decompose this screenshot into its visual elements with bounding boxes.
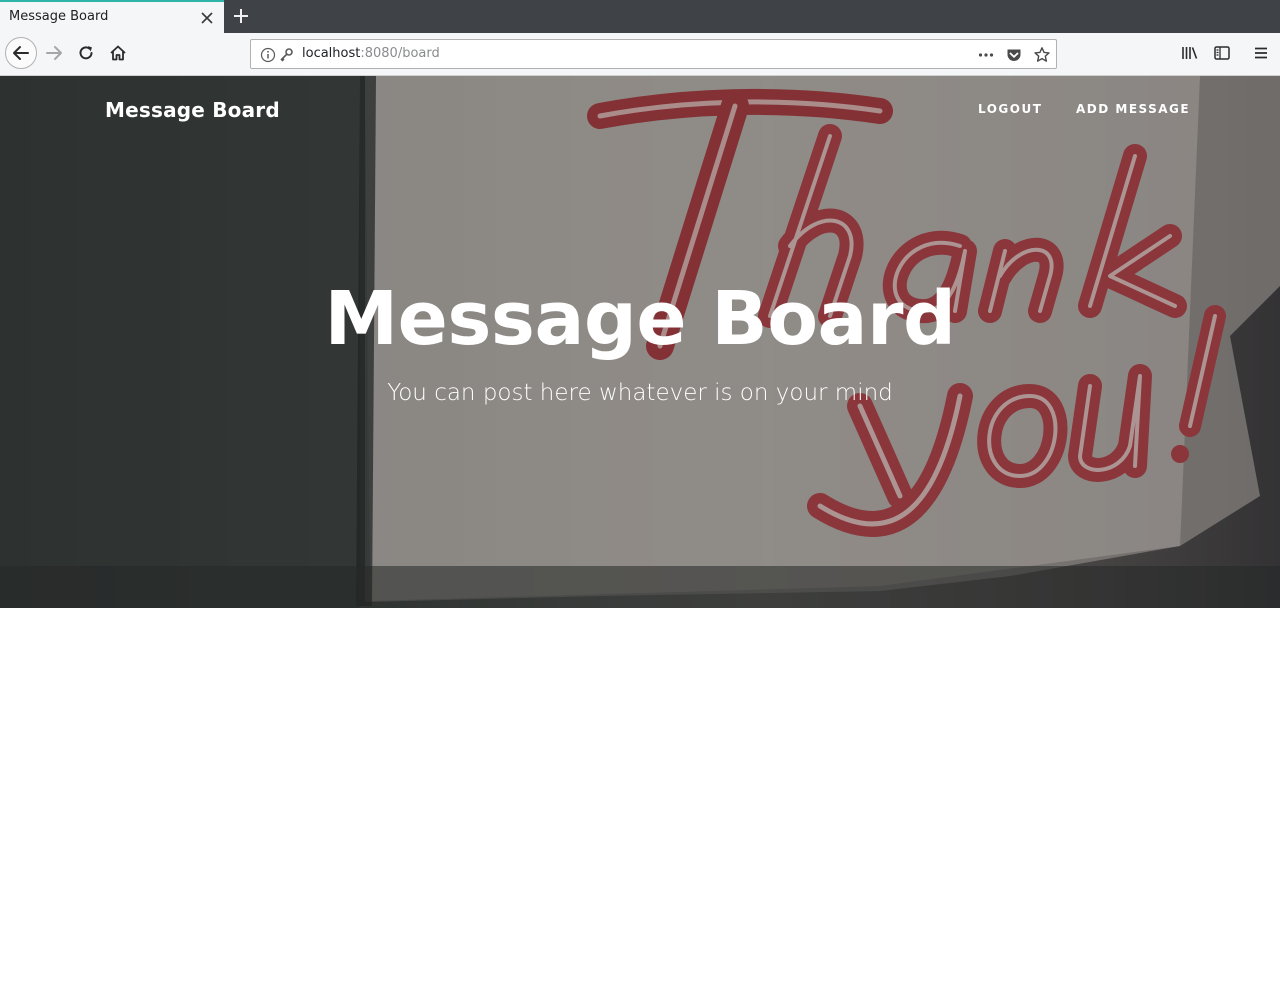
close-tab-icon[interactable] <box>199 10 215 26</box>
hamburger-menu-icon <box>1255 47 1267 59</box>
browser-toolbar: localhost:8080/board <box>0 33 1280 76</box>
back-arrow-icon <box>13 46 29 60</box>
page-actions-icon[interactable] <box>977 46 995 64</box>
nav-logout-link[interactable]: LOGOUT <box>978 102 1042 116</box>
home-icon <box>110 45 126 61</box>
home-button[interactable] <box>106 41 130 65</box>
bookmark-star-icon[interactable] <box>1033 46 1051 64</box>
browser-tab[interactable]: Message Board <box>0 0 224 33</box>
site-brand-link[interactable]: Message Board <box>105 98 280 122</box>
tab-title: Message Board <box>9 9 109 24</box>
back-button[interactable] <box>5 37 37 69</box>
open-menu-button[interactable] <box>1250 42 1272 64</box>
new-tab-icon[interactable] <box>230 5 252 27</box>
pocket-icon[interactable] <box>1005 46 1023 64</box>
url-host: localhost <box>302 46 361 61</box>
reload-button[interactable] <box>74 41 98 65</box>
url-path: :8080/board <box>360 46 440 61</box>
reload-icon <box>79 46 93 60</box>
key-icon[interactable] <box>278 47 294 63</box>
sidebar-icon <box>1214 46 1230 60</box>
forward-button[interactable] <box>42 41 66 65</box>
browser-tab-strip: Message Board <box>0 0 1280 33</box>
hero-masthead: Message Board LOGOUT ADD MESSAGE Message… <box>0 76 1280 608</box>
page-title: Message Board <box>324 276 956 362</box>
page-content: Message Board LOGOUT ADD MESSAGE Message… <box>0 76 1280 995</box>
forward-arrow-icon <box>46 46 62 60</box>
url-bar[interactable]: localhost:8080/board <box>250 39 1057 69</box>
sidebars-button[interactable] <box>1211 42 1233 64</box>
site-info-icon[interactable] <box>260 47 276 63</box>
nav-add-message-link[interactable]: ADD MESSAGE <box>1076 102 1190 116</box>
library-icon <box>1182 47 1198 59</box>
library-button[interactable] <box>1179 42 1201 64</box>
page-subtitle: You can post here whatever is on your mi… <box>387 380 893 406</box>
url-text[interactable]: localhost:8080/board <box>302 46 440 61</box>
